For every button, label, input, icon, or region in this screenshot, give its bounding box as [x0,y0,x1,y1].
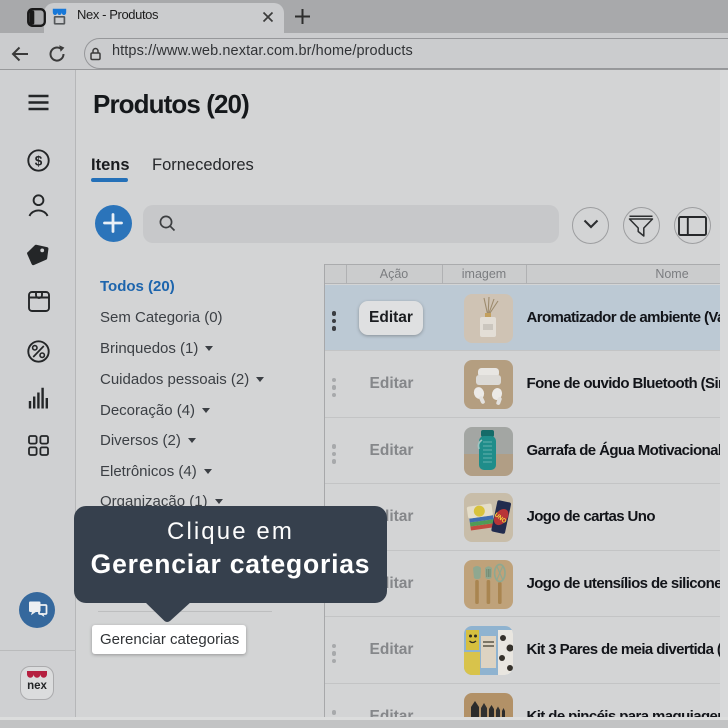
svg-text:$: $ [35,153,43,168]
